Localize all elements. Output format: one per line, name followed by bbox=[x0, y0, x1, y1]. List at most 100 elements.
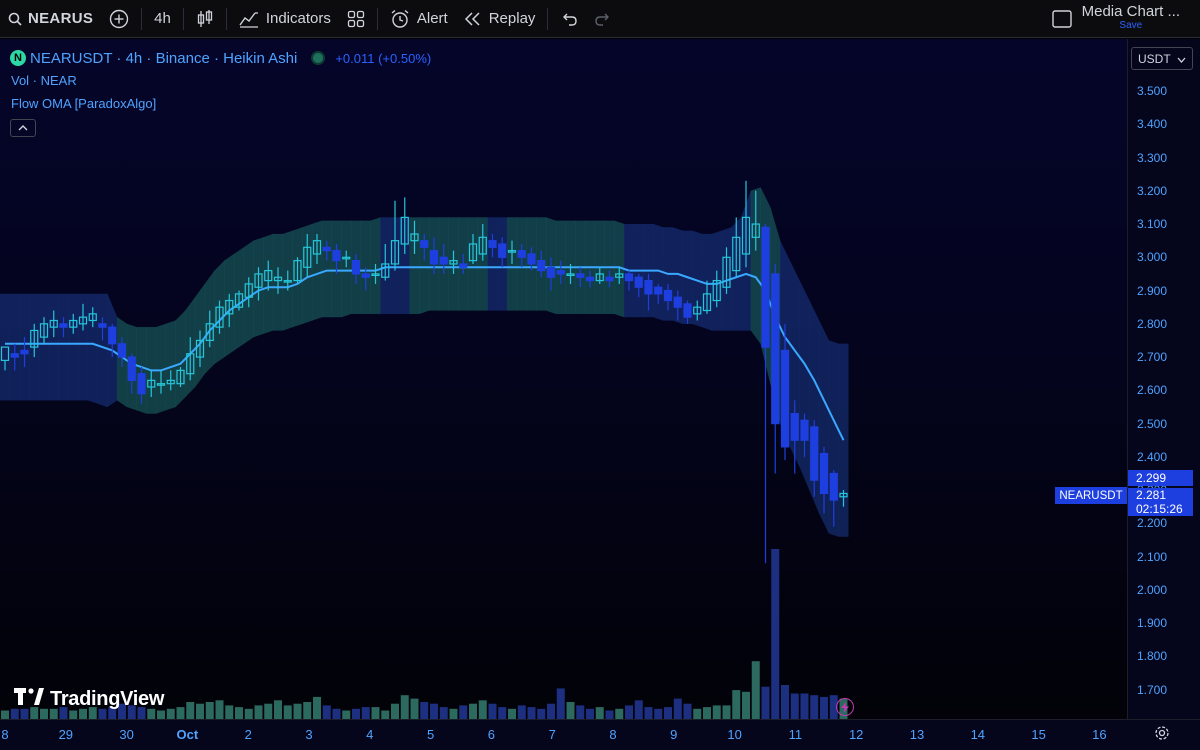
volume-bar bbox=[742, 691, 750, 719]
candle-body bbox=[810, 426, 819, 481]
time-tick-label: 12 bbox=[848, 727, 864, 742]
candle-body bbox=[546, 266, 556, 278]
candle-body bbox=[761, 226, 770, 348]
price-tick-label: 1.800 bbox=[1137, 649, 1168, 664]
time-tick-label: 8 bbox=[609, 727, 617, 742]
currency-unit-select[interactable]: USDT bbox=[1131, 47, 1193, 70]
volume-bar bbox=[664, 707, 672, 719]
candle-body bbox=[790, 413, 799, 441]
collapse-legend-button[interactable] bbox=[10, 119, 36, 137]
currency-unit-label: USDT bbox=[1138, 51, 1171, 66]
time-tick-label: 15 bbox=[1031, 727, 1046, 742]
price-tick-label: 2.100 bbox=[1137, 549, 1168, 564]
time-tick-label: 7 bbox=[548, 727, 556, 742]
search-icon bbox=[8, 12, 22, 26]
volume-bar bbox=[400, 695, 409, 719]
alert-button[interactable]: Alert bbox=[382, 0, 456, 38]
candle-body bbox=[10, 353, 19, 358]
time-tick-label: 4 bbox=[366, 727, 374, 742]
time-tick-label: 8 bbox=[1, 727, 9, 742]
market-status-icon[interactable] bbox=[311, 51, 326, 65]
candle-body bbox=[673, 296, 682, 308]
candle-body bbox=[537, 260, 546, 272]
price-tick-label: 3.400 bbox=[1137, 117, 1168, 132]
legend-title[interactable]: NEARUSDT · 4h · Binance · Heikin Ashi bbox=[30, 50, 297, 67]
flash-icon[interactable] bbox=[836, 698, 854, 716]
volume-bar bbox=[352, 708, 360, 719]
volume-bar bbox=[537, 708, 546, 719]
volume-bar bbox=[683, 703, 692, 719]
oma-band-segment bbox=[341, 220, 352, 318]
indicators-button[interactable]: Indicators bbox=[231, 0, 339, 38]
candle-body bbox=[98, 323, 107, 328]
candle-body bbox=[137, 373, 146, 395]
oma-band-segment bbox=[799, 280, 810, 491]
volume-bar bbox=[703, 707, 711, 719]
chart-settings-button[interactable] bbox=[1154, 725, 1170, 746]
legend-indicator[interactable]: Flow OMA [ParadoxAlgo] bbox=[11, 96, 156, 111]
redo-icon bbox=[594, 11, 612, 27]
time-tick-label: 6 bbox=[487, 727, 496, 742]
volume-bar bbox=[371, 707, 380, 719]
volume-bar bbox=[595, 707, 604, 719]
replay-button[interactable]: Replay bbox=[456, 0, 544, 38]
oma-band-segment bbox=[48, 293, 59, 401]
undo-button[interactable] bbox=[552, 0, 586, 38]
volume-bar bbox=[410, 698, 419, 719]
undo-icon bbox=[560, 11, 578, 27]
chart-type-button[interactable] bbox=[188, 0, 222, 38]
price-tick-label: 3.000 bbox=[1137, 250, 1168, 265]
time-tick-label: 11 bbox=[788, 727, 803, 742]
volume-bar bbox=[1, 710, 9, 719]
time-tick-label: 10 bbox=[727, 727, 742, 742]
watermark-text: TradingView bbox=[50, 688, 165, 710]
candle-body bbox=[663, 289, 673, 302]
layout-name-button[interactable]: Media Chart ... Save bbox=[1081, 3, 1180, 33]
volume-bar bbox=[196, 703, 204, 719]
price-tick-label: 3.500 bbox=[1137, 84, 1168, 98]
chart-pane[interactable] bbox=[0, 39, 1127, 719]
volume-bar bbox=[293, 703, 302, 719]
candle-body bbox=[361, 273, 370, 278]
volume-bar bbox=[712, 705, 721, 719]
volume-bar bbox=[420, 702, 429, 719]
volume-bar bbox=[673, 698, 682, 719]
volume-bar bbox=[800, 693, 809, 719]
interval-button[interactable]: 4h bbox=[146, 0, 179, 38]
time-tick-label: 30 bbox=[119, 727, 134, 742]
price-tick-label: 3.200 bbox=[1137, 183, 1168, 198]
toolbar-right: Media Chart ... Save bbox=[1051, 0, 1200, 38]
divider bbox=[547, 7, 549, 30]
candle-body bbox=[351, 260, 361, 275]
symbol-search-button[interactable]: NEARUS bbox=[0, 0, 101, 38]
volume-bar bbox=[605, 710, 614, 719]
oma-band-segment bbox=[58, 293, 69, 401]
oma-band-segment bbox=[175, 309, 186, 408]
candle-body bbox=[20, 349, 29, 355]
compare-button[interactable] bbox=[101, 0, 137, 38]
indicators-label: Indicators bbox=[265, 10, 331, 27]
legend-volume[interactable]: Vol · NEAR bbox=[11, 73, 77, 88]
candle-body bbox=[429, 250, 439, 265]
candle-body bbox=[498, 243, 507, 258]
price-tick-label: 2.800 bbox=[1137, 316, 1168, 331]
volume-bar bbox=[488, 703, 497, 719]
gear-icon bbox=[1154, 726, 1170, 745]
volume-bar bbox=[381, 710, 390, 719]
near-logo-icon: N bbox=[10, 50, 26, 66]
symbol-label: NEARUS bbox=[28, 10, 94, 27]
redo-button[interactable] bbox=[586, 0, 620, 38]
candle-body bbox=[780, 349, 790, 448]
chart-legend: N NEARUSDT · 4h · Binance · Heikin Ashi … bbox=[10, 48, 431, 68]
symbol-price-tag: NEARUSDT bbox=[1055, 487, 1127, 504]
divider bbox=[141, 7, 143, 30]
volume-bar bbox=[478, 700, 487, 719]
time-tick-label: 29 bbox=[58, 727, 74, 742]
templates-button[interactable] bbox=[339, 0, 373, 38]
layout-name-label: Media Chart ... bbox=[1081, 3, 1180, 20]
volume-bar bbox=[625, 705, 633, 719]
layout-square-icon[interactable] bbox=[1051, 10, 1072, 28]
high-price-tag: 2.299 bbox=[1128, 470, 1193, 486]
candle-body bbox=[127, 356, 136, 381]
volume-bar bbox=[391, 703, 399, 719]
